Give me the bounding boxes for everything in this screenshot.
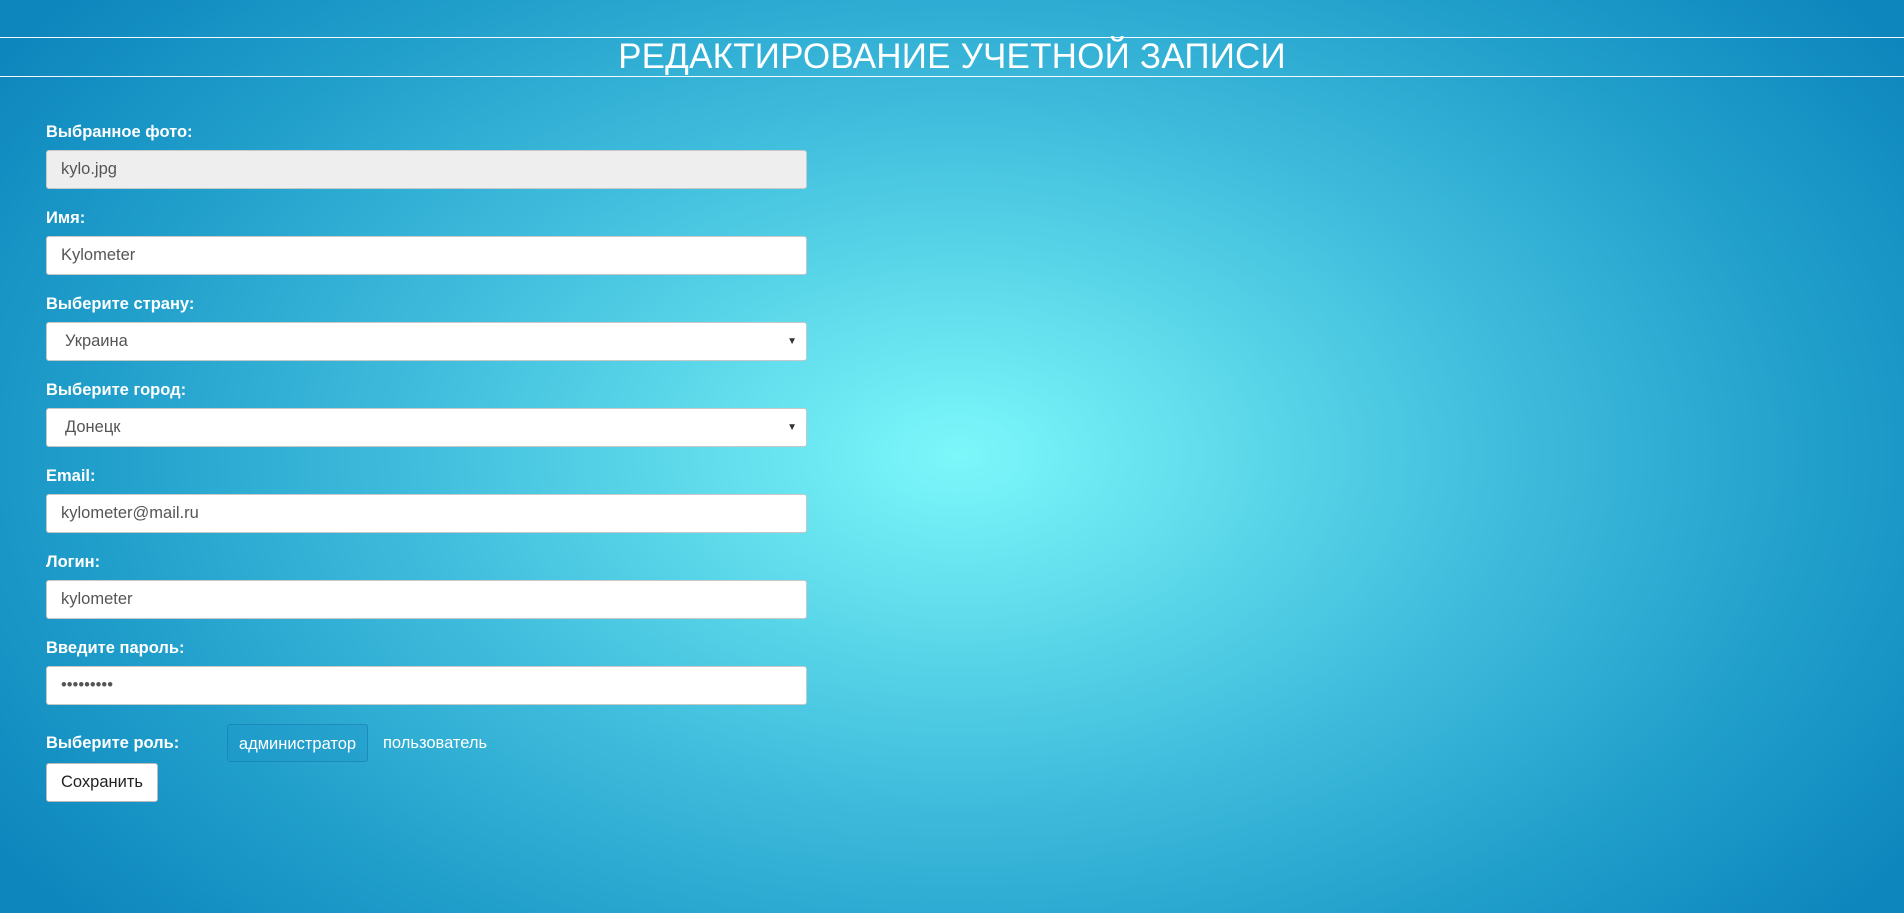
password-field-group: Введите пароль: xyxy=(46,639,807,705)
city-selected-value: Донецк xyxy=(65,418,121,436)
role-selector: Выберите роль: администратор пользовател… xyxy=(46,724,807,766)
photo-input[interactable] xyxy=(46,150,807,189)
country-selected-value: Украина xyxy=(65,332,128,350)
email-input[interactable] xyxy=(46,494,807,533)
chevron-down-icon: ▼ xyxy=(787,336,797,347)
name-field-group: Имя: xyxy=(46,209,807,275)
country-label: Выберите страну: xyxy=(46,295,195,313)
account-edit-form: Выбранное фото: Имя: Выберите страну: Ук… xyxy=(46,123,807,802)
city-label: Выберите город: xyxy=(46,381,187,399)
email-label: Email: xyxy=(46,467,96,485)
password-label: Введите пароль: xyxy=(46,639,185,657)
name-input[interactable] xyxy=(46,236,807,275)
save-button[interactable]: Сохранить xyxy=(46,763,158,802)
page-title: РЕДАКТИРОВАНИЕ УЧЕТНОЙ ЗАПИСИ xyxy=(618,37,1286,76)
city-field-group: Выберите город: Донецк ▼ xyxy=(46,381,807,447)
role-option-administrator[interactable]: администратор xyxy=(227,724,368,762)
login-label: Логин: xyxy=(46,553,101,571)
photo-label: Выбранное фото: xyxy=(46,123,193,141)
photo-field-group: Выбранное фото: xyxy=(46,123,807,189)
role-option-user[interactable]: пользователь xyxy=(383,724,487,762)
title-band: РЕДАКТИРОВАНИЕ УЧЕТНОЙ ЗАПИСИ xyxy=(0,37,1904,77)
country-field-group: Выберите страну: Украина ▼ xyxy=(46,295,807,361)
login-input[interactable] xyxy=(46,580,807,619)
name-label: Имя: xyxy=(46,209,86,227)
login-field-group: Логин: xyxy=(46,553,807,619)
chevron-down-icon: ▼ xyxy=(787,422,797,433)
country-select[interactable]: Украина ▼ xyxy=(46,322,807,361)
password-input[interactable] xyxy=(46,666,807,705)
city-select[interactable]: Донецк ▼ xyxy=(46,408,807,447)
email-field-group: Email: xyxy=(46,467,807,533)
role-label: Выберите роль: xyxy=(46,734,180,752)
